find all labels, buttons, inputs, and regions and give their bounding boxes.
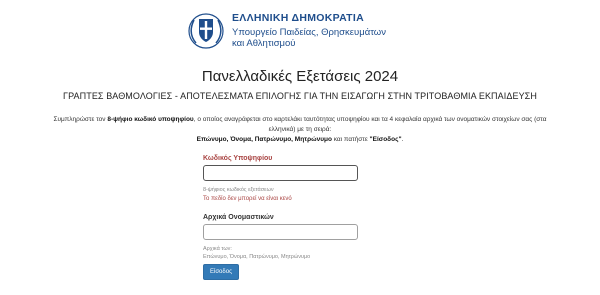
candidate-code-error: Το πεδίο δεν μπορεί να είναι κενό xyxy=(203,196,292,202)
instructions: Συμπληρώστε τον 8-ψήφιο κωδικό υποψηφίου… xyxy=(0,115,600,145)
initials-input[interactable] xyxy=(203,224,358,240)
instructions-line-2: ελληνικά) με τη σειρά: xyxy=(0,125,600,135)
page-title: Πανελλαδικές Εξετάσεις 2024 xyxy=(201,68,399,85)
initials-help-line-1: Αρχικά των: xyxy=(203,246,232,252)
instr-text-1: Συμπληρώστε τον xyxy=(53,116,108,123)
instructions-line-1: Συμπληρώστε τον 8-ψήφιο κωδικό υποψηφίου… xyxy=(0,115,600,125)
initials-help-line-2: Επώνυμο, Όνομα, Πατρώνυμο, Μητρώνυμο xyxy=(203,254,311,260)
instr-bold-names: Επώνυμο, Όνομα, Πατρώνυμο, Μητρώνυμο xyxy=(196,136,332,143)
gov-title: ΕΛΛΗΝΙΚΗ ΔΗΜΟΚΡΑΤΙΑ xyxy=(232,12,364,24)
instr-text-3: ελληνικά) με τη σειρά: xyxy=(268,126,332,133)
initials-label: Αρχικά Ονομαστικών xyxy=(203,214,274,221)
instr-text-4: και πατήστε xyxy=(331,136,370,143)
ministry-name: Υπουργείο Παιδείας, Θρησκευμάτων και Αθλ… xyxy=(232,27,482,49)
submit-button[interactable]: Είσοδος xyxy=(203,264,239,280)
instr-text-5: . xyxy=(401,136,404,143)
initials-help: Αρχικά των: Επώνυμο, Όνομα, Πατρώνυμο, Μ… xyxy=(203,245,403,261)
instructions-line-3: Επώνυμο, Όνομα, Πατρώνυμο, Μητρώνυμο και… xyxy=(0,135,600,145)
ministry-line-2: και Αθλητισμού xyxy=(232,38,296,49)
greek-emblem-icon xyxy=(188,13,224,49)
candidate-code-label: Κωδικός Υποψηφίου xyxy=(203,155,273,162)
header: ΕΛΛΗΝΙΚΗ ΔΗΜΟΚΡΑΤΙΑ Υπουργείο Παιδείας, … xyxy=(188,10,488,58)
instr-text-2: , ο οποίος αναγράφεται στο καρτελάκι ταυ… xyxy=(193,116,547,123)
candidate-code-help: 8-ψήφιος κωδικός εξετάσεων xyxy=(203,187,274,193)
instr-bold-code: 8-ψήφιο κωδικό υποψηφίου xyxy=(107,116,194,123)
login-form: Κωδικός Υποψηφίου 8-ψήφιος κωδικός εξετά… xyxy=(203,155,403,261)
candidate-code-input[interactable] xyxy=(203,165,358,181)
page-subtitle: ΓΡΑΠΤΕΣ ΒΑΘΜΟΛΟΓΙΕΣ - ΑΠΟΤΕΛΕΣΜΑΤΑ ΕΠΙΛΟ… xyxy=(63,91,537,101)
instr-bold-enter: "Είσοδος" xyxy=(369,136,402,143)
ministry-line-1: Υπουργείο Παιδείας, Θρησκευμάτων xyxy=(232,27,386,38)
